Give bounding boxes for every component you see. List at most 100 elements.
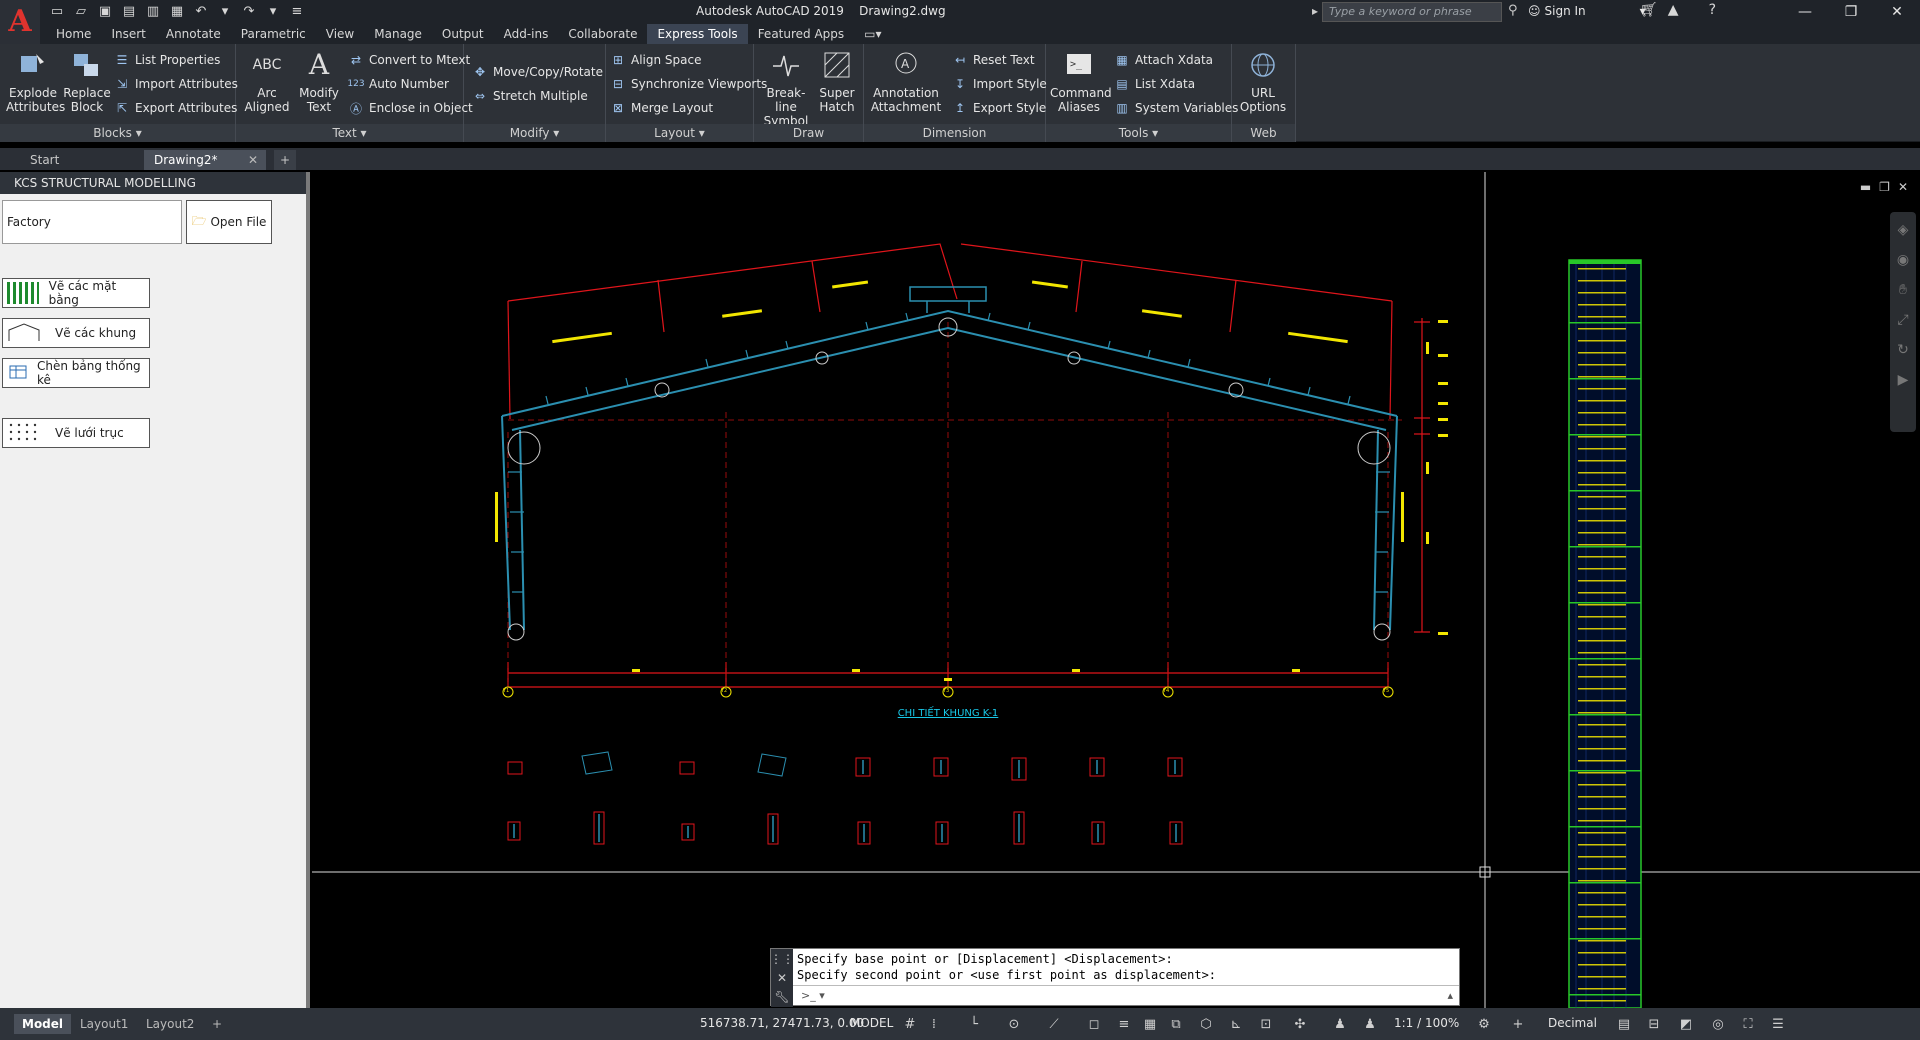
export-attributes-button[interactable]: ⇱ Export Attributes xyxy=(114,98,237,118)
replace-block-button[interactable]: Replace Block xyxy=(60,48,114,120)
draw-plans-button[interactable]: Vẽ các mặt bằng xyxy=(2,278,150,308)
break-line-symbol-button[interactable]: Break-line Symbol xyxy=(756,48,816,128)
convert-to-mtext-button[interactable]: ⇄ Convert to Mtext xyxy=(348,50,470,70)
pan-icon[interactable]: ✋︎ xyxy=(1899,282,1907,298)
ribbon-tab-collaborate[interactable]: Collaborate xyxy=(558,24,647,44)
search-input[interactable]: Type a keyword or phrase xyxy=(1322,2,1502,22)
ribbon-tab-featured-apps[interactable]: Featured Apps xyxy=(748,24,854,44)
redo-icon[interactable]: ↷ xyxy=(240,2,258,20)
osnap-icon[interactable]: ◻ xyxy=(1084,1014,1104,1034)
import-style-button[interactable]: ↧ Import Style xyxy=(952,74,1047,94)
annotation-scale[interactable]: 1:1 / 100% xyxy=(1394,1016,1459,1030)
open-file-icon[interactable]: ▱ xyxy=(72,2,90,20)
a360-icon[interactable]: ▲ xyxy=(1668,2,1679,18)
snap-icon[interactable]: ⁞ xyxy=(924,1014,944,1034)
graphics-performance-icon[interactable]: ◎ xyxy=(1708,1014,1728,1034)
quick-properties-icon[interactable]: ▤ xyxy=(1614,1014,1634,1034)
url-options-button[interactable]: URL Options xyxy=(1236,48,1290,120)
lock-ui-icon[interactable]: ⊟ xyxy=(1644,1014,1664,1034)
ribbon-tab-output[interactable]: Output xyxy=(432,24,494,44)
modify-text-button[interactable]: A Modify Text xyxy=(292,48,346,120)
tab-model[interactable]: Model xyxy=(14,1014,72,1034)
clean-screen-icon[interactable]: ⛶ xyxy=(1738,1014,1758,1034)
new-file-icon[interactable]: ▭ xyxy=(48,2,66,20)
grid-icon[interactable]: # xyxy=(900,1014,920,1034)
export-style-button[interactable]: ↥ Export Style xyxy=(952,98,1046,118)
panel-title-tools[interactable]: Tools ▾ xyxy=(1046,124,1231,142)
binoculars-icon[interactable]: ⚲ xyxy=(1508,3,1518,18)
save-as-icon[interactable]: ▤ xyxy=(120,2,138,20)
ortho-icon[interactable]: └ xyxy=(964,1014,984,1034)
transparency-icon[interactable]: ▦ xyxy=(1140,1014,1160,1034)
restore-icon[interactable]: ❐ xyxy=(1828,0,1874,24)
system-variables-button[interactable]: ▥ System Variables xyxy=(1114,98,1238,118)
panel-title-modify[interactable]: Modify ▾ xyxy=(464,124,605,142)
isolate-objects-icon[interactable]: ◩ xyxy=(1676,1014,1696,1034)
redo-dropdown-icon[interactable]: ▾ xyxy=(264,2,282,20)
tab-start[interactable]: Start xyxy=(20,150,140,170)
application-menu-button[interactable]: A xyxy=(0,0,40,44)
annotation-visibility-icon[interactable]: ♟ xyxy=(1330,1014,1350,1034)
open-file-button[interactable]: 🗁 Open File xyxy=(186,200,272,244)
enclose-in-object-button[interactable]: Ⓐ Enclose in Object xyxy=(348,98,473,118)
align-space-button[interactable]: ⊞ Align Space xyxy=(610,50,702,70)
stretch-multiple-button[interactable]: ⇔ Stretch Multiple xyxy=(472,86,588,106)
tab-layout2[interactable]: Layout2 xyxy=(138,1014,202,1034)
orbit-icon[interactable]: ↻ xyxy=(1897,342,1909,358)
add-layout-icon[interactable]: + xyxy=(204,1014,230,1034)
viewport-close-icon[interactable]: ✕ xyxy=(1898,180,1908,194)
import-attributes-button[interactable]: ⇲ Import Attributes xyxy=(114,74,238,94)
merge-layout-button[interactable]: ⊠ Merge Layout xyxy=(610,98,713,118)
gizmo-icon[interactable]: ✣ xyxy=(1290,1014,1310,1034)
insert-table-button[interactable]: Chèn bảng thống kê xyxy=(2,358,150,388)
isodraft-icon[interactable]: ⟋ xyxy=(1044,1014,1064,1034)
annotation-attachment-button[interactable]: A Annotation Attachment xyxy=(868,48,944,120)
units-selector[interactable]: Decimal xyxy=(1548,1016,1597,1030)
explode-attributes-button[interactable]: Explode Attributes xyxy=(6,48,65,120)
ribbon-tab-home[interactable]: Home xyxy=(46,24,101,44)
model-space-button[interactable]: MODEL xyxy=(850,1016,893,1030)
search-nav-icon[interactable]: ▸ xyxy=(1312,4,1318,18)
lineweight-icon[interactable]: ≡ xyxy=(1114,1014,1134,1034)
web-mobile-icon[interactable]: ▥ xyxy=(144,2,162,20)
command-line-handle[interactable]: ⋮⋮ ✕ 🔧︎ xyxy=(770,949,794,1007)
ribbon-tab-insert[interactable]: Insert xyxy=(101,24,155,44)
new-tab-icon[interactable]: + xyxy=(274,150,296,170)
coordinates-readout[interactable]: 516738.71, 27471.73, 0.00 xyxy=(700,1016,864,1030)
zoom-extents-icon[interactable]: ⤢ xyxy=(1897,312,1908,328)
command-aliases-button[interactable]: >_ Command Aliases xyxy=(1050,48,1112,120)
selection-cycling-icon[interactable]: ⧉ xyxy=(1166,1014,1186,1034)
customization-icon[interactable]: ☰ xyxy=(1768,1014,1788,1034)
auto-number-button[interactable]: 123 Auto Number xyxy=(347,74,448,94)
ribbon-tab-annotate[interactable]: Annotate xyxy=(156,24,231,44)
panel-title-blocks[interactable]: Blocks ▾ xyxy=(0,124,235,142)
plot-icon[interactable]: ▦ xyxy=(168,2,186,20)
list-properties-button[interactable]: ☰ List Properties xyxy=(114,50,221,70)
draw-frames-button[interactable]: Vẽ các khung xyxy=(2,318,150,348)
showmotion-icon[interactable]: ▶ xyxy=(1898,372,1909,388)
panel-title-text[interactable]: Text ▾ xyxy=(236,124,463,142)
arc-aligned-button[interactable]: ABC Arc Aligned xyxy=(240,48,294,120)
sync-viewports-button[interactable]: ⊟ Synchronize Viewports xyxy=(610,74,767,94)
selection-filter-icon[interactable]: ⊡ xyxy=(1256,1014,1276,1034)
customize-qat-icon[interactable]: ≡ xyxy=(288,2,306,20)
annotation-monitor-icon[interactable]: + xyxy=(1508,1014,1528,1034)
customize-wrench-icon[interactable]: 🔧︎ xyxy=(774,990,789,1004)
undo-icon[interactable]: ↶ xyxy=(192,2,210,20)
sign-in-button[interactable]: ☺ Sign In ▾ xyxy=(1528,4,1646,18)
save-icon[interactable]: ▣ xyxy=(96,2,114,20)
ribbon-tab-express-tools[interactable]: Express Tools xyxy=(647,24,748,44)
ribbon-tab-view[interactable]: View xyxy=(316,24,364,44)
close-command-line-icon[interactable]: ✕ xyxy=(777,971,787,985)
ribbon-minimize-icon[interactable]: ▭▾ xyxy=(854,24,891,44)
ribbon-tab-parametric[interactable]: Parametric xyxy=(231,24,316,44)
reset-text-button[interactable]: ↤ Reset Text xyxy=(952,50,1035,70)
tab-layout1[interactable]: Layout1 xyxy=(72,1014,136,1034)
draw-axis-grid-button[interactable]: Vẽ lưới trục xyxy=(2,418,150,448)
panel-title-layout[interactable]: Layout ▾ xyxy=(606,124,753,142)
viewcube-icon[interactable]: ◈ xyxy=(1898,222,1909,238)
super-hatch-button[interactable]: Super Hatch xyxy=(814,48,860,120)
ribbon-tab-add-ins[interactable]: Add-ins xyxy=(494,24,559,44)
viewport-minimize-icon[interactable]: ▬ xyxy=(1860,180,1871,194)
project-field[interactable]: Factory xyxy=(2,200,182,244)
